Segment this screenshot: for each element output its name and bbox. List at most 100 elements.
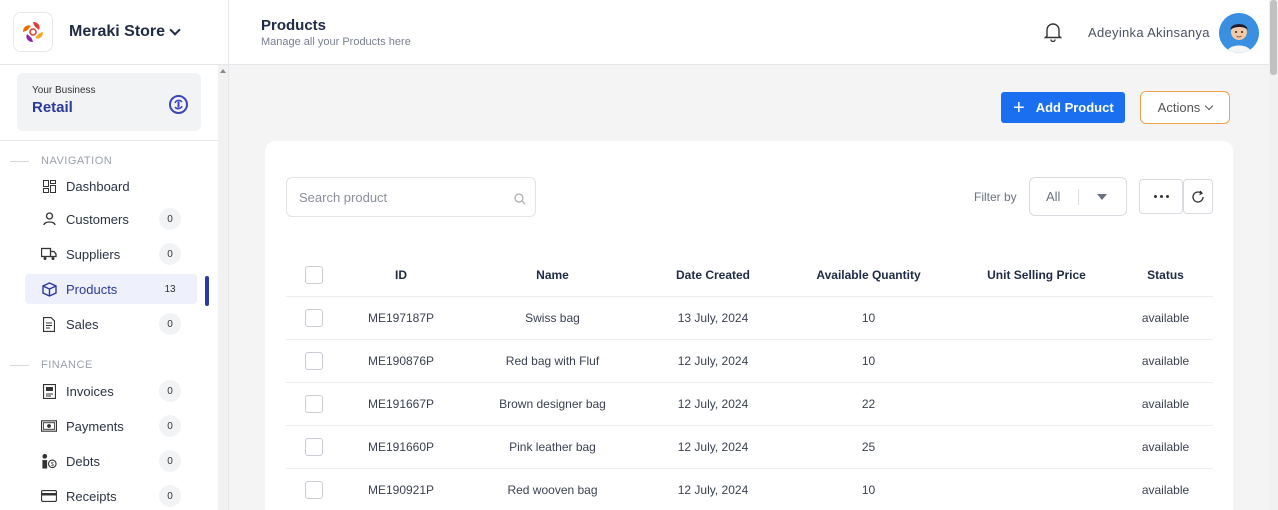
sidebar-item-customers[interactable]: Customers 0 bbox=[25, 204, 197, 234]
cell-name: Swiss bag bbox=[525, 311, 580, 325]
filter-select[interactable]: All bbox=[1029, 177, 1127, 216]
search-input[interactable] bbox=[299, 178, 499, 216]
products-card: Filter by All ID Name Date Created Avail… bbox=[265, 141, 1233, 510]
table-row[interactable]: ME191660P Pink leather bag 12 July, 2024… bbox=[286, 426, 1213, 469]
user-name[interactable]: Adeyinka Akinsanya bbox=[1088, 25, 1210, 40]
sidebar-item-label: Products bbox=[66, 281, 118, 297]
count-badge: 13 bbox=[164, 283, 176, 295]
more-dots-icon bbox=[1153, 195, 1157, 198]
count-badge: 0 bbox=[159, 313, 181, 335]
row-checkbox[interactable] bbox=[304, 352, 323, 370]
count-badge: 0 bbox=[159, 243, 181, 265]
cell-id: ME197187P bbox=[367, 311, 435, 325]
sidebar-scrollbar[interactable] bbox=[218, 65, 228, 510]
cell-date: 12 July, 2024 bbox=[677, 397, 749, 411]
row-checkbox[interactable] bbox=[304, 481, 323, 499]
sidebar-item-sales[interactable]: Sales 0 bbox=[25, 309, 197, 339]
cell-name: Pink leather bag bbox=[509, 440, 596, 454]
avatar[interactable] bbox=[1219, 13, 1259, 53]
business-label: Your Business bbox=[32, 85, 96, 96]
chevron-down-icon bbox=[169, 24, 181, 36]
sidebar-item-label: Suppliers bbox=[66, 246, 121, 262]
count-badge: 0 bbox=[159, 415, 181, 437]
scroll-up-arrow[interactable] bbox=[220, 69, 226, 73]
cell-status: available bbox=[1141, 440, 1190, 454]
cell-id: ME191660P bbox=[367, 440, 435, 454]
store-name: Meraki Store bbox=[69, 23, 166, 40]
table-row[interactable]: ME197187P Swiss bag 13 July, 2024 10 ava… bbox=[286, 297, 1213, 340]
debt-icon: $ bbox=[41, 453, 57, 469]
active-indicator bbox=[205, 276, 209, 306]
store-logo bbox=[13, 12, 53, 52]
store-switcher[interactable]: Meraki Store bbox=[69, 23, 181, 41]
column-header[interactable]: Unit Selling Price bbox=[955, 268, 1118, 282]
add-product-label: Add Product bbox=[1035, 100, 1114, 115]
truck-icon bbox=[41, 246, 57, 262]
cell-status: available bbox=[1141, 354, 1190, 368]
cell-id: ME190921P bbox=[367, 483, 435, 497]
cell-status: available bbox=[1141, 311, 1190, 325]
cell-quantity: 10 bbox=[861, 354, 876, 368]
column-header[interactable]: Status bbox=[1118, 268, 1213, 282]
cell-quantity: 10 bbox=[861, 311, 876, 325]
cell-status: available bbox=[1141, 483, 1190, 497]
page-subtitle: Manage all your Products here bbox=[261, 36, 411, 48]
table-row[interactable]: ME190876P Red bag with Fluf 12 July, 202… bbox=[286, 340, 1213, 383]
cash-icon bbox=[41, 418, 57, 434]
sidebar-item-products[interactable]: Products 13 bbox=[25, 274, 197, 304]
chevron-down-icon bbox=[1205, 101, 1214, 111]
more-dots-icon bbox=[1159, 195, 1163, 198]
caret-down-icon bbox=[1097, 193, 1107, 200]
page-scrollbar-thumb[interactable] bbox=[1270, 0, 1277, 75]
cell-date: 13 July, 2024 bbox=[677, 311, 749, 325]
card-icon bbox=[41, 488, 57, 504]
column-header[interactable]: Date Created bbox=[644, 268, 782, 282]
cell-id: ME190876P bbox=[367, 354, 435, 368]
invoice-icon bbox=[41, 383, 57, 399]
row-checkbox[interactable] bbox=[304, 395, 323, 413]
cell-quantity: 10 bbox=[861, 483, 876, 497]
count-badge: 0 bbox=[159, 485, 181, 507]
dashboard-icon bbox=[41, 178, 57, 194]
select-divider bbox=[1078, 188, 1079, 205]
column-header[interactable]: ID bbox=[341, 268, 461, 282]
sidebar-item-suppliers[interactable]: Suppliers 0 bbox=[25, 239, 197, 269]
column-header[interactable]: Available Quantity bbox=[782, 268, 955, 282]
navigation-section-label: NAVIGATION bbox=[41, 155, 113, 167]
row-checkbox[interactable] bbox=[304, 309, 323, 327]
page-title: Products bbox=[261, 17, 327, 34]
actions-dropdown[interactable]: Actions bbox=[1140, 91, 1230, 124]
business-card[interactable]: Your Business Retail bbox=[17, 73, 201, 131]
plus-icon: + bbox=[1013, 96, 1025, 119]
refresh-button[interactable] bbox=[1183, 179, 1213, 214]
table-row[interactable]: ME190921P Red wooven bag 12 July, 2024 1… bbox=[286, 469, 1213, 510]
sidebar-item-label: Receipts bbox=[66, 488, 117, 504]
filter-value: All bbox=[1046, 189, 1061, 204]
table-row[interactable]: ME191667P Brown designer bag 12 July, 20… bbox=[286, 383, 1213, 426]
sidebar-item-receipts[interactable]: Receipts 0 bbox=[25, 481, 197, 510]
column-header[interactable]: Name bbox=[461, 268, 644, 282]
section-divider bbox=[10, 365, 29, 366]
cell-id: ME191667P bbox=[367, 397, 435, 411]
sidebar-item-dashboard[interactable]: Dashboard bbox=[25, 171, 197, 201]
cell-name: Red bag with Fluf bbox=[505, 354, 600, 368]
add-product-button[interactable]: + Add Product bbox=[1001, 92, 1125, 123]
row-checkbox[interactable] bbox=[304, 438, 323, 456]
search-icon bbox=[514, 192, 526, 210]
sidebar-item-debts[interactable]: $ Debts 0 bbox=[25, 446, 197, 476]
sidebar-item-label: Invoices bbox=[66, 383, 114, 399]
page-scrollbar[interactable] bbox=[1269, 0, 1278, 510]
sidebar-item-label: Dashboard bbox=[66, 178, 130, 194]
more-options-button[interactable] bbox=[1139, 179, 1183, 214]
switch-business-icon[interactable] bbox=[169, 95, 188, 114]
sidebar-item-payments[interactable]: Payments 0 bbox=[25, 411, 197, 441]
refresh-icon bbox=[1192, 190, 1204, 203]
bell-icon[interactable] bbox=[1043, 22, 1063, 47]
select-all-checkbox[interactable] bbox=[304, 266, 323, 284]
sidebar-item-label: Debts bbox=[66, 453, 100, 469]
filter-label: Filter by bbox=[974, 190, 1017, 204]
table-header: ID Name Date Created Available Quantity … bbox=[286, 254, 1213, 297]
cell-date: 12 July, 2024 bbox=[677, 354, 749, 368]
search-box[interactable] bbox=[286, 177, 536, 217]
sidebar-item-invoices[interactable]: Invoices 0 bbox=[25, 376, 197, 406]
